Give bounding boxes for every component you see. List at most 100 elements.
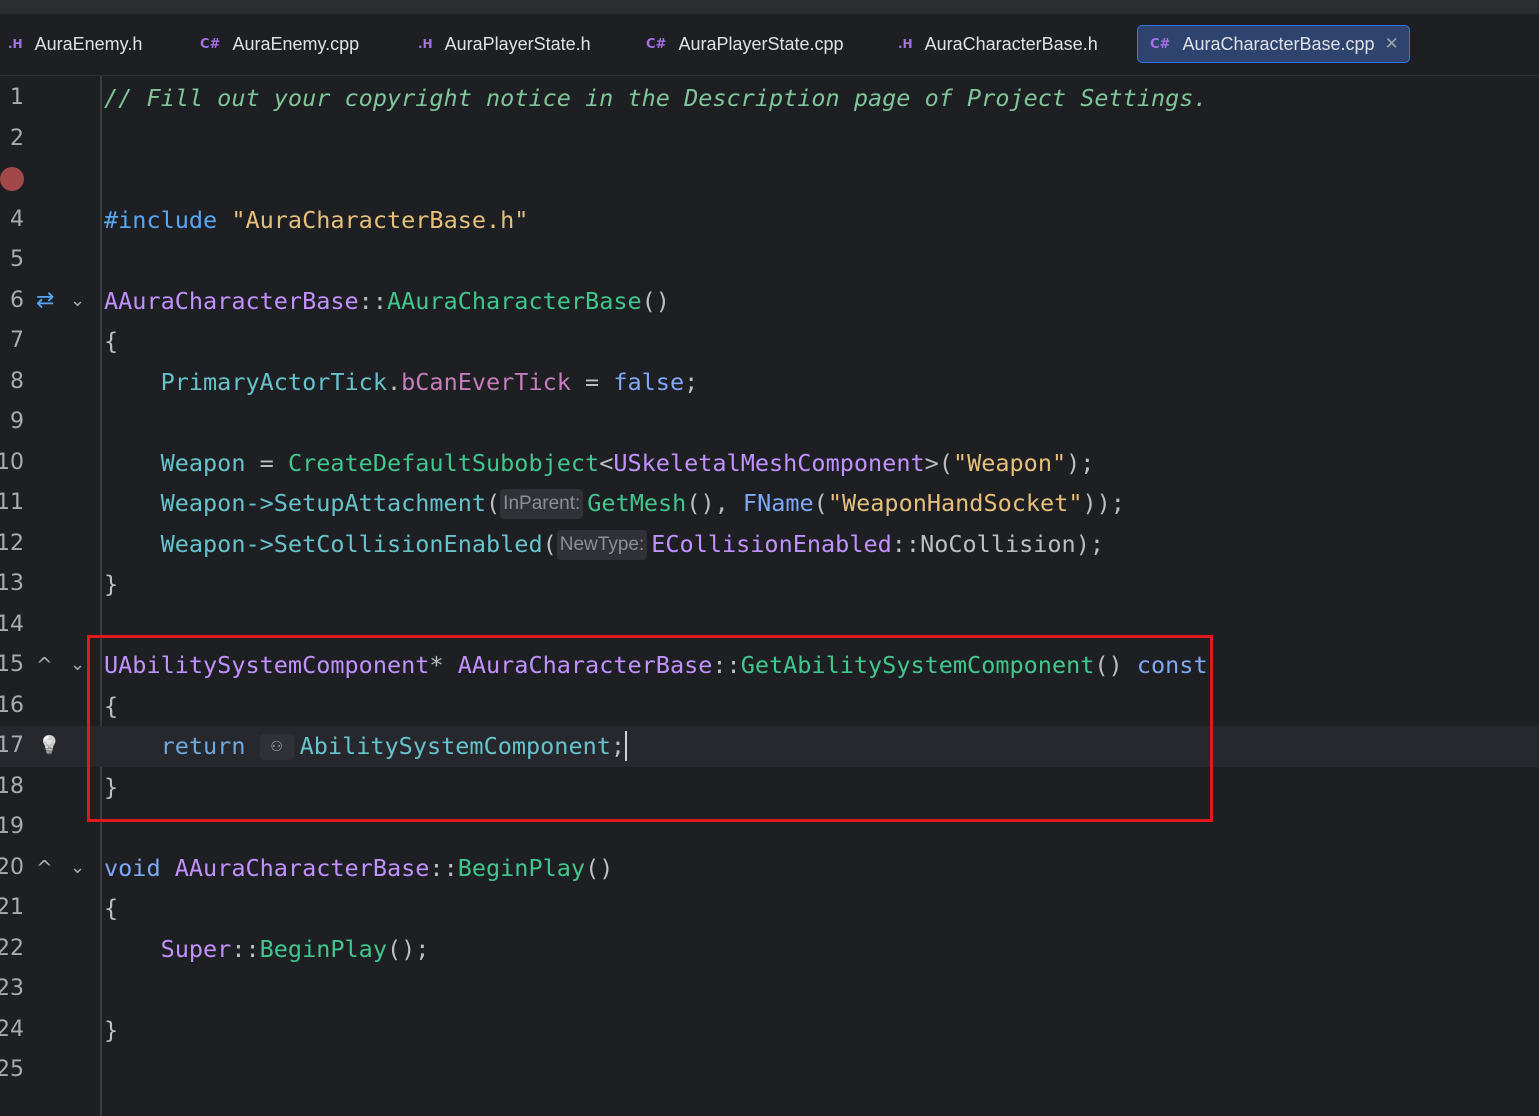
override-implementation-icon[interactable]: ⇄ (36, 281, 54, 321)
tab-auraplayerstate-h[interactable]: .H AuraPlayerState.h (418, 25, 591, 63)
punctuation: (), (686, 489, 743, 517)
code-line[interactable]: 24 } (0, 1010, 1539, 1051)
member-variable: Weapon (160, 489, 246, 517)
line-content[interactable]: // Fill out your copyright notice in the… (104, 78, 1208, 118)
line-content[interactable]: Weapon->SetCollisionEnabled(NewType: ECol… (104, 524, 1104, 564)
brace: } (104, 1015, 119, 1044)
function-name: GetAbilitySystemComponent (740, 651, 1095, 679)
line-content[interactable]: Weapon = CreateDefaultSubobject<USkeleta… (104, 443, 1095, 483)
field-name: bCanEverTick (401, 367, 571, 396)
line-content[interactable]: void AAuraCharacterBase::BeginPlay() (104, 848, 613, 888)
lightbulb-icon[interactable]: 💡 (38, 726, 60, 766)
fold-chevron-icon[interactable]: ⌄ (70, 645, 85, 685)
code-line[interactable]: 12 Weapon->SetCollisionEnabled(NewType: E… (0, 524, 1539, 565)
cpp-file-icon: C# (1150, 36, 1171, 52)
class-name: AAuraCharacterBase (174, 853, 430, 882)
breakpoint-icon[interactable] (0, 167, 24, 191)
line-content[interactable]: Weapon->SetupAttachment(InParent: GetMesh… (104, 483, 1125, 523)
code-line[interactable]: 15 ^ ⌄ UAbilitySystemComponent* AAuraCha… (0, 645, 1539, 686)
line-number: 19 (0, 814, 24, 839)
line-number: 22 (0, 935, 24, 961)
line-number: 15 (0, 652, 24, 677)
tab-label: AuraCharacterBase.cpp (1182, 33, 1375, 54)
line-content[interactable]: PrimaryActorTick.bCanEverTick = false; (104, 362, 699, 402)
string-literal: "AuraCharacterBase.h" (231, 205, 529, 234)
line-content[interactable]: Super::BeginPlay(); (104, 929, 430, 969)
text-cursor (625, 731, 628, 761)
operator: -> (245, 489, 274, 517)
line-content[interactable]: AAuraCharacterBase::AAuraCharacterBase() (104, 281, 670, 321)
code-line[interactable]: 10 Weapon = CreateDefaultSubobject<USkel… (0, 443, 1539, 484)
code-line[interactable]: 22 Super::BeginPlay(); (0, 929, 1539, 970)
code-line[interactable]: 20 ^ ⌄ void AAuraCharacterBase::BeginPla… (0, 848, 1539, 889)
code-line[interactable]: 16 { (0, 686, 1539, 727)
function-name: BeginPlay (457, 853, 586, 882)
tab-auracharacterbase-h[interactable]: .H AuraCharacterBase.h (898, 25, 1098, 63)
tab-label: AuraPlayerState.cpp (678, 33, 844, 54)
go-to-base-icon[interactable]: ^ (36, 848, 53, 888)
code-line[interactable]: 14 (0, 605, 1539, 646)
code-line[interactable]: 23 (0, 969, 1539, 1010)
code-line[interactable]: 18 } (0, 767, 1539, 808)
tab-auraplayerstate-cpp[interactable]: C# AuraPlayerState.cpp (646, 25, 844, 63)
operator: -> (245, 529, 274, 558)
punctuation: ); (1066, 448, 1095, 477)
parameter-hint: InParent: (500, 489, 584, 519)
fold-chevron-icon[interactable]: ⌄ (70, 281, 85, 321)
code-line[interactable]: 6 ⇄ ⌄ AAuraCharacterBase::AAuraCharacter… (0, 281, 1539, 322)
string-literal: "WeaponHandSocket" (827, 489, 1083, 517)
tab-auracharacterbase-cpp[interactable]: C# AuraCharacterBase.cpp ✕ (1137, 25, 1410, 63)
punctuation: ( (542, 529, 557, 558)
code-line[interactable]: 4 #include "AuraCharacterBase.h" (0, 200, 1539, 241)
punctuation: > (924, 448, 939, 477)
line-content[interactable]: } (104, 767, 118, 807)
member-variable: Weapon (160, 448, 246, 477)
line-number: 12 (0, 530, 24, 556)
parameter-hint: NewType: (556, 529, 648, 560)
code-line[interactable]: 5 (0, 240, 1539, 281)
line-number: 21 (0, 895, 24, 920)
line-content[interactable]: UAbilitySystemComponent* AAuraCharacterB… (104, 645, 1208, 685)
code-line[interactable]: 8 PrimaryActorTick.bCanEverTick = false; (0, 362, 1539, 403)
code-line[interactable]: 9 (0, 402, 1539, 443)
line-number: 10 (0, 449, 24, 475)
go-to-declaration-icon[interactable]: ^ (36, 645, 53, 685)
code-line[interactable]: 21 { (0, 888, 1539, 929)
function-name: AAuraCharacterBase (386, 286, 642, 315)
string-literal: "Weapon" (952, 448, 1067, 477)
tab-auraenemy-cpp[interactable]: C# AuraEnemy.cpp (200, 25, 359, 63)
code-line[interactable]: 13 } (0, 564, 1539, 605)
class-name: Super (160, 934, 232, 963)
line-content[interactable]: } (104, 564, 118, 604)
current-code-line[interactable]: 17 💡 return ⚇ AbilitySystemComponent; (0, 726, 1539, 767)
line-number: 8 (10, 368, 24, 394)
line-number: 20 (0, 854, 24, 880)
line-content[interactable]: } (104, 1010, 118, 1050)
class-name: AAuraCharacterBase (457, 651, 713, 679)
close-icon[interactable]: ✕ (1385, 34, 1399, 54)
code-line[interactable]: 2 (0, 119, 1539, 160)
line-content[interactable]: { (104, 888, 118, 928)
code-line[interactable]: 7 { (0, 321, 1539, 362)
keyword: return (160, 732, 246, 760)
code-line[interactable]: 1 // Fill out your copyright notice in t… (0, 78, 1539, 119)
punctuation: () (585, 853, 614, 882)
operator: = (570, 367, 614, 396)
line-content[interactable]: return ⚇ AbilitySystemComponent; (104, 726, 628, 766)
fold-chevron-icon[interactable]: ⌄ (70, 848, 85, 888)
line-content[interactable]: #include "AuraCharacterBase.h" (104, 200, 528, 240)
cpp-file-icon: C# (200, 36, 221, 52)
code-line[interactable]: 25 (0, 1050, 1539, 1091)
scope-operator: :: (358, 286, 387, 315)
line-number: 23 (0, 976, 24, 1001)
brace: } (104, 570, 119, 598)
code-line[interactable] (0, 159, 1539, 200)
code-editor[interactable]: 1 // Fill out your copyright notice in t… (0, 76, 1539, 1116)
editor-tab-bar: .H AuraEnemy.h C# AuraEnemy.cpp .H AuraP… (0, 14, 1539, 76)
code-line[interactable]: 19 (0, 807, 1539, 848)
scope-operator: :: (429, 853, 458, 882)
code-line[interactable]: 11 Weapon->SetupAttachment(InParent: GetM… (0, 483, 1539, 524)
line-content[interactable]: { (104, 686, 118, 726)
line-content[interactable]: { (104, 321, 118, 361)
tab-auraenemy-h[interactable]: .H AuraEnemy.h (8, 25, 142, 63)
